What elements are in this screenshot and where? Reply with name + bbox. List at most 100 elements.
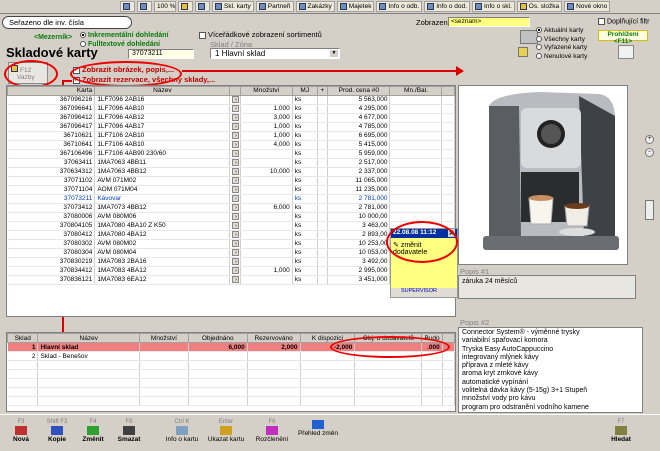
- bottom-button-8[interactable]: Přehled změn: [296, 418, 340, 448]
- cell-empty: [37, 387, 141, 397]
- radio-nenulove[interactable]: Nenulové karty: [536, 53, 587, 62]
- zoom-out-icon[interactable]: −: [645, 148, 654, 157]
- col-objednano[interactable]: Objednáno: [187, 333, 248, 343]
- toolbar-skl-karty[interactable]: Skl. karty: [212, 1, 254, 12]
- col-plus[interactable]: +: [316, 86, 329, 96]
- table-row[interactable]: 370836121 1MA7083 6EA12 › ks 3 451,000: [7, 275, 455, 285]
- col-sklad[interactable]: Sklad: [7, 333, 39, 343]
- table-row[interactable]: 37080006 AVM 080M06 › ks 10 000,00: [7, 212, 455, 222]
- chevron-right-icon[interactable]: ›: [232, 258, 240, 265]
- table-row[interactable]: 37071104 AOM 071M04 › ks 11 235,000: [7, 185, 455, 195]
- toolbar-btn-1[interactable]: [120, 1, 135, 12]
- bottom-button-4[interactable]: F8 Smazat: [112, 418, 146, 448]
- chevron-right-icon[interactable]: ›: [232, 132, 240, 139]
- table-row[interactable]: 36710641 1LF7106 4AB10 › 4,000 ks 5 415,000: [7, 140, 455, 150]
- table-row[interactable]: 370834412 1MA7083 4BA12 › 1,000 ks 2 995,000: [7, 266, 455, 276]
- toolbar-partneri[interactable]: Partneři: [255, 1, 294, 12]
- chevron-right-icon[interactable]: ›: [232, 276, 240, 283]
- cell-empty: [139, 387, 189, 397]
- zoom-select[interactable]: 100 %: [154, 1, 176, 12]
- table-row[interactable]: 367096641 1LF7096 4AB10 › 1,000 ks 4 295,000: [7, 104, 455, 114]
- chevron-right-icon[interactable]: ›: [232, 231, 240, 238]
- chevron-right-icon[interactable]: ›: [232, 249, 240, 256]
- chevron-right-icon[interactable]: ›: [232, 105, 240, 112]
- bottom-button-7[interactable]: F6 Rozčlenění: [250, 418, 294, 448]
- col-nazev[interactable]: Název: [37, 333, 141, 343]
- chevron-right-icon[interactable]: ›: [232, 141, 240, 148]
- toolbar-majetek[interactable]: Majetek: [336, 1, 375, 12]
- col-mnbal[interactable]: Mn./Bal.: [389, 86, 443, 96]
- search-input[interactable]: 37073211: [128, 49, 194, 59]
- table-row[interactable]: 367096417 1LF7096 4AB17 › 1,000 ks 4 785,000: [7, 122, 455, 132]
- toolbar-btn-3[interactable]: [178, 1, 193, 12]
- table-row[interactable]: 367096412 1LF7096 4AB12 › 3,000 ks 4 677,000: [7, 113, 455, 123]
- radio-aktualni[interactable]: Aktuální karty: [536, 27, 587, 36]
- toolbar-info-skl[interactable]: Info o skl.: [471, 1, 515, 12]
- chevron-right-icon[interactable]: ›: [232, 186, 240, 193]
- bottom-button-3[interactable]: F4 Změnit: [76, 418, 110, 448]
- table-row[interactable]: 367096216 1LF7096 2AB16 › ks 5 563,000: [7, 95, 455, 105]
- image-settings-icon[interactable]: [618, 45, 634, 59]
- cell-empty: [354, 378, 423, 388]
- chevron-right-icon[interactable]: ›: [232, 168, 240, 175]
- chevron-right-icon[interactable]: ›: [232, 267, 240, 274]
- cell-cena: 4 295,000: [327, 104, 391, 114]
- radio-vyrazene[interactable]: Vyřazené karty: [536, 44, 587, 53]
- chevron-right-icon[interactable]: ›: [232, 204, 240, 211]
- dopl-filter-check[interactable]: Doplňující filtr: [598, 18, 649, 25]
- popis1-memo[interactable]: záruka 24 měsíců: [458, 275, 636, 299]
- row-detail-button: ›: [229, 122, 241, 132]
- toolbar-info-odb[interactable]: Info o odb.: [376, 1, 423, 12]
- toolbar-os-slozka[interactable]: Os. složka: [516, 1, 563, 12]
- col-nazev[interactable]: Název: [94, 86, 231, 96]
- chevron-right-icon[interactable]: ›: [232, 195, 240, 202]
- cell-nazev: 1MA7080 4BA10 Z K50: [94, 221, 231, 231]
- chevron-right-icon[interactable]: ›: [232, 240, 240, 247]
- col-mnozstvi[interactable]: Množství: [239, 86, 293, 96]
- table-row[interactable]: 367106496 1LF7106 4AB90 230/60 › ks 5 959,00…: [7, 149, 455, 159]
- table-row[interactable]: 370830219 1MA7083 2BA16 › ks 3 492,00: [7, 257, 455, 267]
- table-row[interactable]: 37071102 AVM 071M02 › ks 11 065,000: [7, 176, 455, 186]
- multirow-check[interactable]: Víceřádkové zobrazení sortimentů: [199, 30, 322, 39]
- chevron-right-icon[interactable]: ›: [232, 159, 240, 166]
- incremental-option[interactable]: Inkrementální dohledání: [80, 31, 169, 40]
- col-mj[interactable]: MJ: [291, 86, 318, 96]
- bottom-button-5[interactable]: Ctrl K Info o kartu: [160, 418, 204, 448]
- chevron-right-icon[interactable]: ›: [232, 123, 240, 130]
- col-mnozstvi[interactable]: Množství: [139, 333, 189, 343]
- popis2-memo[interactable]: Connector System® - výměnné trysky variab…: [458, 327, 643, 413]
- table-row[interactable]: 370804105 1MA7080 4BA10 Z K50 › ks 3 463,00: [7, 221, 455, 231]
- table-row[interactable]: 36710621 1LF7106 2AB10 › 1,000 ks 6 695,000: [7, 131, 455, 141]
- toolbar-btn-2[interactable]: [137, 1, 152, 12]
- bottom-button-2[interactable]: Shift F3 Kopie: [40, 418, 74, 448]
- toolbar-zakazky[interactable]: Zakázky: [295, 1, 335, 12]
- zoom-in-icon[interactable]: +: [645, 135, 654, 144]
- table-row[interactable]: 37080304 AVM 080M04 › ks 10 053,00: [7, 248, 455, 258]
- table-row[interactable]: 37063411 1MA7063 4BB11 › ks 2 517,000: [7, 158, 455, 168]
- table-row[interactable]: 37073412 1MA7073 4BB12 › 6,000 ks 2 781,000: [7, 203, 455, 213]
- table-row[interactable]: 370634312 1MA7063 4BB12 › 10,000 ks 2 337,000: [7, 167, 455, 177]
- chevron-right-icon[interactable]: ›: [232, 96, 240, 103]
- col-karta[interactable]: Karta: [7, 86, 96, 96]
- chevron-right-icon[interactable]: ›: [232, 150, 240, 157]
- col-rezervovano[interactable]: Rezervováno: [246, 333, 301, 343]
- bottom-button-1[interactable]: F3 Nová: [4, 418, 38, 448]
- sklad-select[interactable]: 1 Hlavní sklad ▼: [210, 48, 340, 59]
- refresh-icon[interactable]: [518, 47, 528, 57]
- zobrazeni-select[interactable]: <seznam>: [448, 17, 530, 27]
- toolbar-btn-4[interactable]: [195, 1, 210, 12]
- prohlizeni-button[interactable]: Prohlížení <F11>: [598, 30, 648, 45]
- chevron-right-icon[interactable]: ›: [232, 177, 240, 184]
- cell-mnozstvi: 4,000: [240, 140, 293, 150]
- chevron-right-icon[interactable]: ›: [232, 213, 240, 220]
- bottom-button-9[interactable]: F7 Hledat: [604, 418, 638, 448]
- col-cena[interactable]: Prod. cena #0: [327, 86, 391, 96]
- chevron-right-icon[interactable]: ›: [232, 114, 240, 121]
- radio-vsechny[interactable]: Všechny karty: [536, 36, 587, 45]
- toolbar-info-dod[interactable]: Info o dod.: [424, 1, 470, 12]
- table-row[interactable]: 37073211 Kávovar › ks 2 781,000: [7, 194, 455, 204]
- chevron-right-icon[interactable]: ›: [232, 222, 240, 229]
- toolbar-nove-okno[interactable]: Nové okno: [564, 1, 611, 12]
- image-nav-icon[interactable]: [645, 200, 654, 220]
- bottom-button-6[interactable]: Enter Ukazat kartu: [204, 418, 248, 448]
